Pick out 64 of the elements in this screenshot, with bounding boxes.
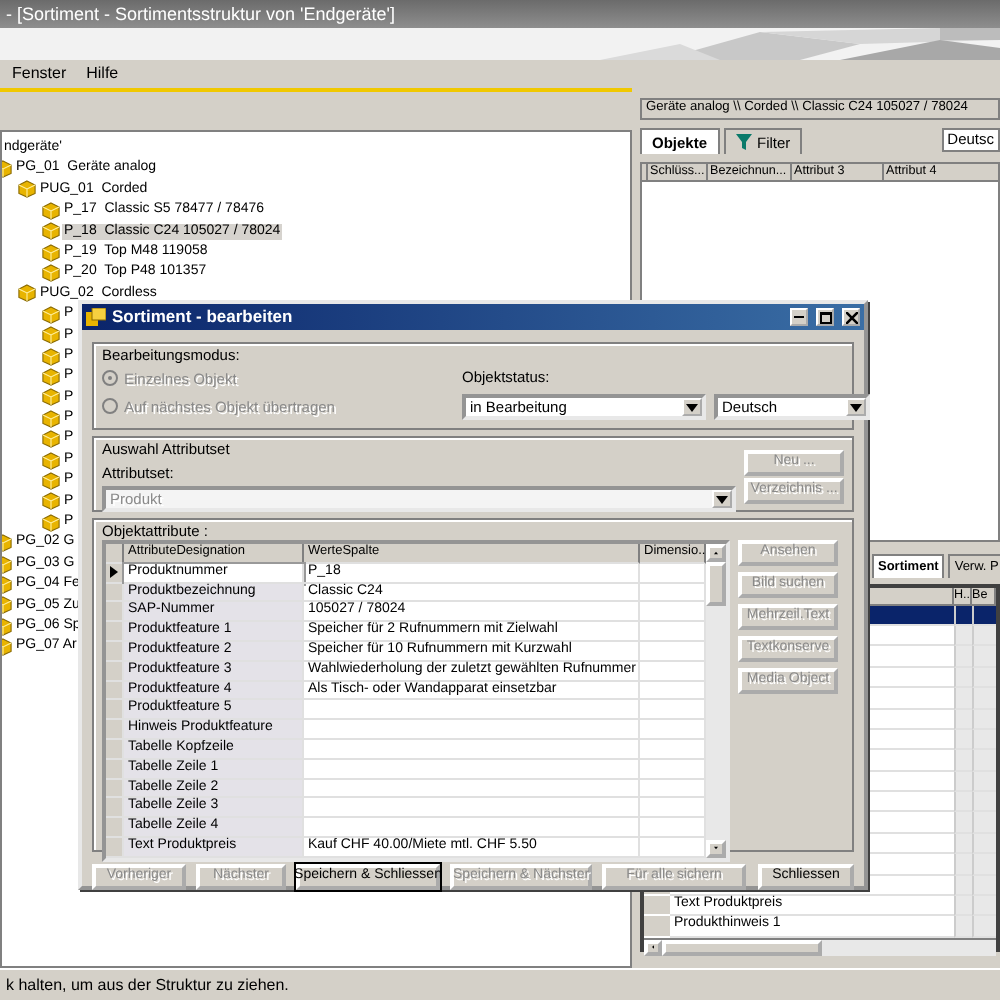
cube-icon: [42, 492, 60, 511]
window-title: - [Sortiment - Sortimentsstruktur von 'Endgeräte']: [0, 0, 1000, 28]
dialog-title: Sortiment - bearbeiten: [112, 306, 293, 328]
caret-icon: [850, 403, 862, 411]
cube-icon: [42, 243, 60, 262]
cube-icon: [42, 222, 60, 241]
scrollbar-thumb[interactable]: [662, 939, 822, 956]
maximize-button[interactable]: [816, 308, 834, 326]
cubes-icon: [86, 308, 106, 326]
table-cell[interactable]: [972, 729, 996, 751]
maximize-icon: [819, 311, 831, 323]
table-cell[interactable]: [972, 792, 996, 813]
cube-icon: [42, 201, 60, 220]
close-icon: [845, 311, 857, 323]
menu-item[interactable]: Hilfe: [86, 64, 119, 84]
scroll-left-button[interactable]: [644, 939, 662, 956]
minimize-icon: [794, 316, 804, 318]
caret-icon: [686, 403, 698, 411]
cube-icon: [42, 451, 60, 470]
menu-item[interactable]: Fenster: [12, 64, 67, 84]
table-cell[interactable]: [972, 875, 996, 897]
scrollbar[interactable]: [706, 544, 726, 858]
table-cell[interactable]: [972, 688, 996, 709]
cube-icon: [42, 326, 60, 345]
cube-icon: [42, 347, 60, 366]
table-cell[interactable]: [972, 916, 996, 938]
table-cell[interactable]: [972, 750, 996, 772]
cube-icon: [42, 471, 60, 490]
table-cell[interactable]: [972, 667, 996, 689]
table-cell[interactable]: [972, 709, 996, 730]
table-cell[interactable]: [972, 896, 996, 917]
table-cell[interactable]: [972, 812, 996, 834]
table-cell: [954, 605, 972, 626]
cube-icon: [42, 305, 60, 324]
table-cell[interactable]: [972, 833, 996, 855]
cube-icon: [42, 513, 60, 532]
cube-icon: [42, 367, 60, 386]
table-cell: [954, 667, 972, 689]
header-corner: [106, 544, 124, 564]
table-cell[interactable]: [972, 771, 996, 793]
cube-icon: [42, 430, 60, 449]
scroll-up-button[interactable]: [706, 544, 726, 562]
table-cell: [954, 771, 972, 793]
cube-icon: [18, 180, 36, 199]
close-button[interactable]: [842, 308, 860, 326]
cube-icon: [42, 388, 60, 407]
table-cell[interactable]: [972, 646, 996, 668]
table-cell[interactable]: [972, 605, 996, 626]
status-text: k halten, um aus der Struktur zu ziehen.: [0, 968, 1000, 1000]
current-row-icon: [110, 566, 118, 579]
table-cell: [954, 875, 972, 897]
cube-icon: [42, 264, 60, 283]
table-cell: [954, 709, 972, 730]
table-cell: [954, 896, 972, 917]
filter-icon: [735, 134, 752, 150]
table-cell[interactable]: [972, 625, 996, 647]
caret-icon: [716, 495, 728, 503]
cube-icon: [42, 409, 60, 428]
cube-icon: [18, 284, 36, 303]
scroll-down-button[interactable]: [706, 839, 726, 858]
table-cell[interactable]: [972, 854, 996, 876]
minimize-button[interactable]: [790, 308, 808, 326]
table-cell: [954, 916, 972, 938]
scrollbar-thumb[interactable]: [706, 562, 726, 606]
